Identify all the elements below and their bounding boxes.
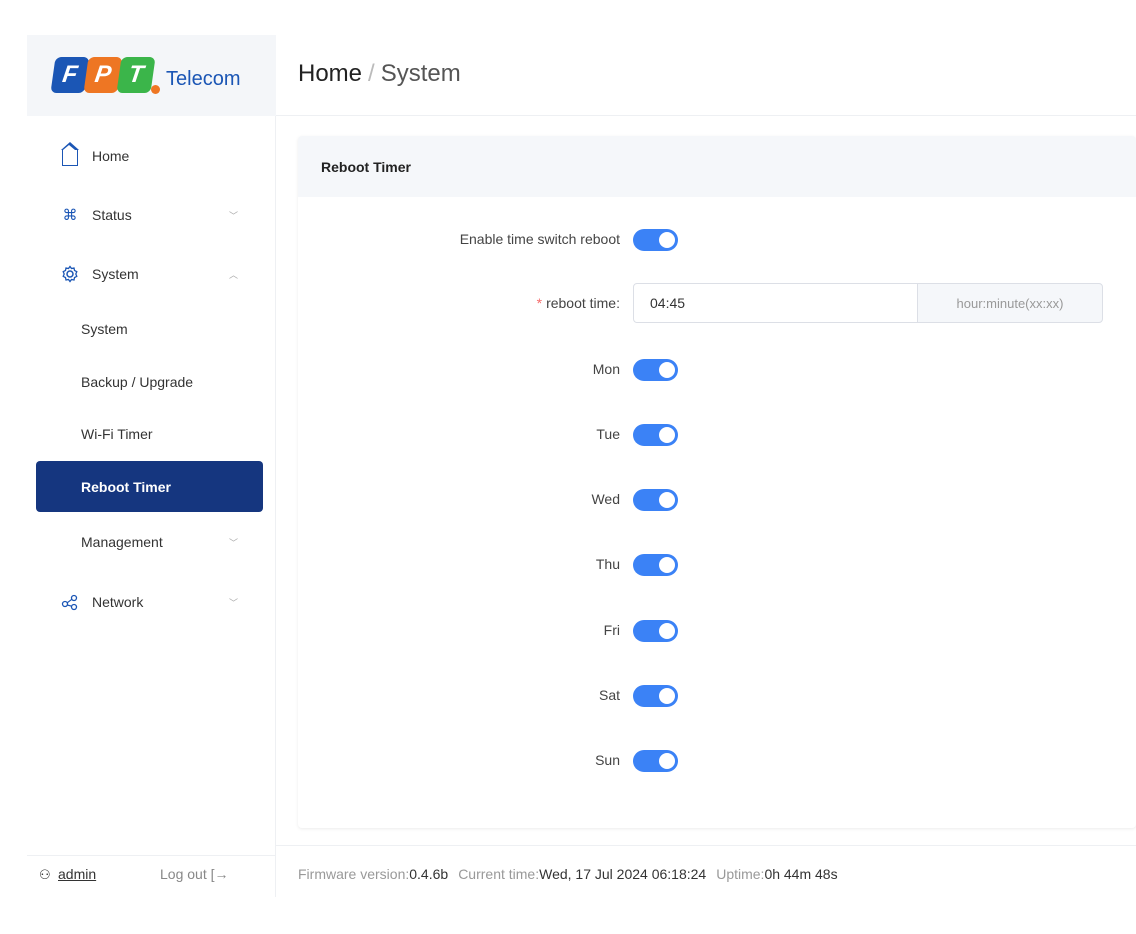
enable-reboot-label: Enable time switch reboot	[459, 231, 620, 247]
day-label-wed: Wed	[591, 491, 620, 507]
toggle-knob	[659, 427, 675, 443]
reboot-time-suffix: hour:minute(xx:xx)	[917, 283, 1103, 323]
card-header: Reboot Timer	[298, 136, 1136, 197]
chevron-up-icon: ︿	[229, 269, 239, 280]
toggle-sun[interactable]	[633, 750, 678, 772]
home-icon	[60, 142, 80, 166]
logo[interactable]: F P T Telecom	[27, 35, 276, 116]
toggle-knob	[659, 232, 675, 248]
sidebar-subitem-label: Management	[81, 534, 163, 550]
logout-button[interactable]: Log out [→	[160, 866, 229, 882]
reboot-time-label-text: reboot time:	[546, 295, 620, 311]
reboot-time-input[interactable]	[633, 283, 918, 323]
day-label-sat: Sat	[598, 687, 620, 703]
uptime-value: 0h 44m 48s	[764, 866, 838, 882]
chevron-down-icon: ﹀	[229, 210, 239, 221]
toggle-tue[interactable]	[633, 424, 678, 446]
logo-letter-f: F	[60, 61, 80, 88]
sidebar-subitem-label: Wi-Fi Timer	[81, 426, 153, 442]
sidebar-subitem-label: Reboot Timer	[81, 478, 171, 495]
logo-letter-p: P	[93, 61, 113, 88]
toggle-knob	[659, 557, 675, 573]
logo-letter-t: T	[126, 61, 146, 88]
toggle-knob	[659, 623, 675, 639]
command-icon: ⌘	[62, 207, 78, 224]
sidebar-item-label: Status	[92, 207, 132, 223]
sidebar-subitem-system[interactable]: System	[36, 304, 263, 354]
firmware-value: 0.4.6b	[409, 866, 449, 882]
reboot-time-label: * reboot time:	[537, 295, 620, 311]
sidebar-subitem-label: Backup / Upgrade	[81, 374, 194, 390]
card-title: Reboot Timer	[321, 159, 411, 175]
sidebar: F P T Telecom Home ⌘ Status ﹀ System ︿ S…	[27, 35, 276, 897]
breadcrumb-separator: /	[368, 60, 375, 87]
toggle-mon[interactable]	[633, 359, 678, 381]
breadcrumb: Home / System	[298, 60, 461, 88]
breadcrumb-current: System	[380, 60, 461, 87]
reboot-timer-card: Reboot Timer Enable time switch reboot *…	[298, 136, 1136, 828]
chevron-down-icon: ﹀	[229, 537, 239, 548]
sidebar-item-label: System	[92, 266, 139, 282]
settings-icon	[60, 264, 80, 284]
footer-text: Firmware version:0.4.6b Current time:Wed,…	[298, 866, 848, 882]
logout-icon: [→	[210, 866, 229, 882]
sidebar-item-status[interactable]: ⌘ Status ﹀	[27, 195, 276, 235]
sidebar-subitem-wifi-timer[interactable]: Wi-Fi Timer	[36, 409, 263, 459]
logo-text: Telecom	[166, 68, 241, 90]
user-name-link[interactable]: admin	[58, 866, 96, 882]
day-label-fri: Fri	[603, 622, 620, 638]
logout-label: Log out	[160, 866, 207, 882]
user-icon: ⚇	[39, 867, 51, 882]
toggle-knob	[659, 753, 675, 769]
day-label-mon: Mon	[592, 361, 620, 377]
sidebar-item-system[interactable]: System ︿	[27, 254, 276, 294]
share-icon	[60, 592, 80, 612]
day-label-sun: Sun	[595, 752, 620, 768]
sidebar-item-network[interactable]: Network ﹀	[27, 582, 276, 622]
status-footer: Firmware version:0.4.6b Current time:Wed,…	[276, 845, 1136, 897]
sidebar-subitem-label: System	[81, 321, 128, 337]
required-mark: *	[536, 295, 543, 311]
toggle-knob	[659, 492, 675, 508]
logo-dot	[151, 85, 160, 94]
sidebar-item-home[interactable]: Home	[27, 136, 276, 176]
sidebar-subitem-reboot-timer[interactable]: Reboot Timer	[36, 461, 263, 512]
breadcrumb-home[interactable]: Home	[298, 60, 362, 87]
toggle-knob	[659, 362, 675, 378]
current-time-label: Current time:	[458, 866, 540, 882]
toggle-fri[interactable]	[633, 620, 678, 642]
uptime-label: Uptime:	[716, 866, 765, 882]
enable-reboot-toggle[interactable]	[633, 229, 678, 251]
sidebar-subitem-backup-upgrade[interactable]: Backup / Upgrade	[36, 357, 263, 407]
user-bar: ⚇ admin Log out [→	[27, 855, 276, 897]
day-label-thu: Thu	[595, 556, 620, 572]
chevron-down-icon: ﹀	[229, 597, 239, 608]
toggle-sat[interactable]	[633, 685, 678, 707]
sidebar-item-label: Home	[92, 148, 130, 164]
logo-t-box: T	[116, 57, 156, 93]
day-label-tue: Tue	[596, 426, 620, 442]
firmware-label: Firmware version:	[298, 866, 410, 882]
sidebar-subitem-management[interactable]: Management ﹀	[36, 517, 263, 567]
toggle-knob	[659, 688, 675, 704]
current-time-value: Wed, 17 Jul 2024 06:18:24	[539, 866, 707, 882]
toggle-thu[interactable]	[633, 554, 678, 576]
toggle-wed[interactable]	[633, 489, 678, 511]
header: Home / System	[276, 35, 1136, 116]
sidebar-item-label: Network	[92, 594, 144, 610]
